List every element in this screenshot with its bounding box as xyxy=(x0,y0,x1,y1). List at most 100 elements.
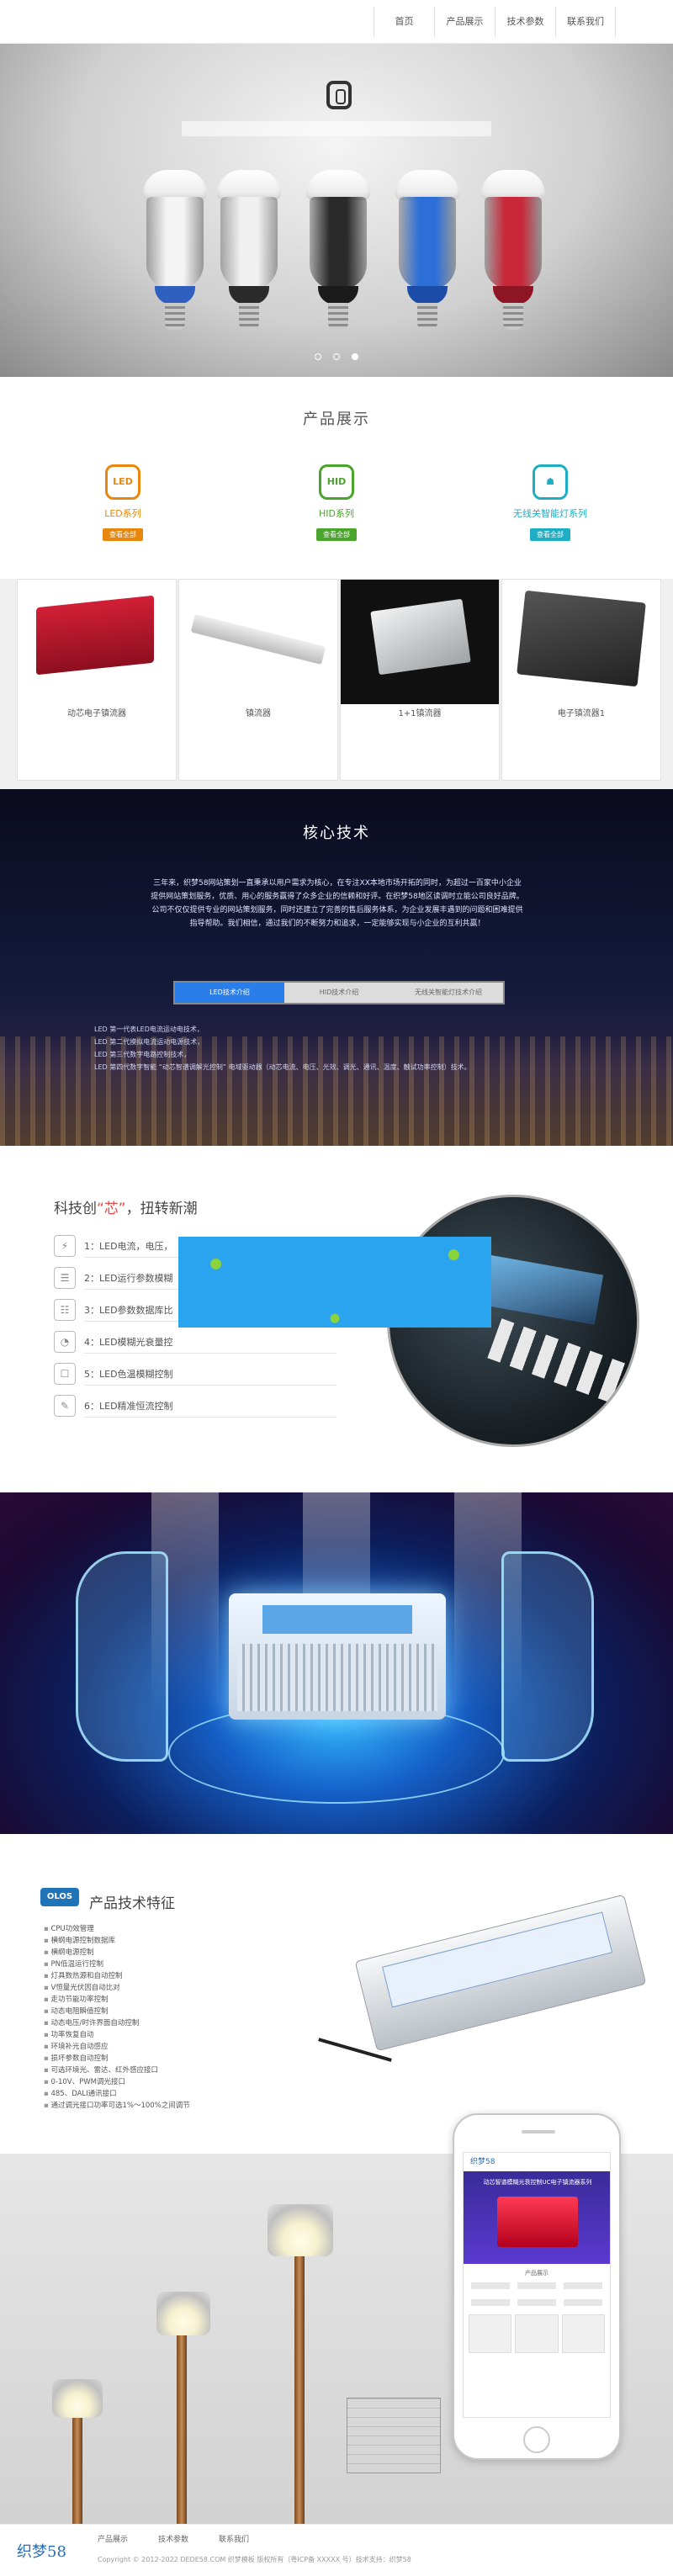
list-item-label: 6：LED精准恒流控制 xyxy=(84,1401,173,1412)
list-item: LED 第一代表LED电流运动电技术， xyxy=(94,1026,204,1033)
list-item: 0-10V、PWM调光接口 xyxy=(44,2076,190,2088)
mobile-banner-text: 动芯智谱模糊光衰控制UC电子镇流器系列 xyxy=(483,2179,592,2186)
footer-links: 产品展示 技术参数 联系我们 xyxy=(98,2533,249,2544)
list-item: CPU功效管理 xyxy=(44,1923,190,1935)
view-all-button[interactable]: 查看全部 xyxy=(530,528,570,541)
trend-title: 科技创“芯”，扭转新潮 xyxy=(54,1196,198,1217)
category-name: HID系列 xyxy=(319,508,354,519)
nav-tech-params[interactable]: 技术参数 xyxy=(495,7,555,37)
core-description: 三年来，织梦58网站策划一直秉承以用户需求为核心，在专注XX本地市场开拓的同时，… xyxy=(151,879,524,928)
olos-logo: OLOS xyxy=(40,1888,79,1906)
product-caption: 动芯电子镇流器 xyxy=(67,709,126,718)
features-section: OLOS 产品技术特征 CPU功效管理 横纲电源控制数据库 横纲电源控制 PN低… xyxy=(0,1834,673,2154)
hero-banner[interactable] xyxy=(0,44,673,377)
list-item: 485、DALI通讯接口 xyxy=(44,2088,190,2100)
footer-logo: 织梦58 xyxy=(17,2543,66,2561)
products-section-title: 产品展示 xyxy=(303,411,370,428)
trend-feature-list: ⚡ 1：LED电流，电压， ☰ 2：LED运行参数模糊 ☷ 3：LED参数数据库比 ◔… xyxy=(54,1230,336,1422)
mobile-preview: 织梦58 动芯智谱模糊光衰控制UC电子镇流器系列 产品展示 xyxy=(453,2113,621,2460)
trend-title-highlight: “芯” xyxy=(97,1201,126,1217)
list-item: 走功节能功率控制 xyxy=(44,1994,190,2006)
category-led[interactable]: LED LED系列 查看全部 xyxy=(56,464,190,541)
database-icon: ☷ xyxy=(54,1299,76,1321)
home-button-icon xyxy=(523,2426,550,2453)
bulb-white-blue xyxy=(135,170,215,338)
list-item: 环境补光自动感应 xyxy=(44,2041,190,2053)
list-item[interactable]: ⚡ 1：LED电流，电压， xyxy=(54,1230,336,1262)
tab-wireless-tech[interactable]: 无线关智能灯技术介绍 xyxy=(394,983,503,1003)
nav-products[interactable]: 产品展示 xyxy=(434,7,495,37)
list-item-label: 1：LED电流，电压， xyxy=(84,1241,173,1252)
product-caption: 电子镇流器1 xyxy=(557,709,606,718)
core-tech-list: LED 第一代表LED电流运动电技术， LED 第二代摸拟电流运动电源技术， L… xyxy=(94,1023,565,1073)
view-all-button[interactable]: 查看全部 xyxy=(316,528,357,541)
slider-dot-2[interactable] xyxy=(333,353,340,360)
category-hid[interactable]: HID HID系列 查看全部 xyxy=(269,464,404,541)
list-item[interactable]: ☐ 5：LED色温模糊控制 xyxy=(54,1358,336,1390)
lightning-icon: ⚡ xyxy=(54,1235,76,1257)
list-item[interactable]: ✎ 6：LED精准恒流控制 xyxy=(54,1390,336,1422)
slider-dot-1[interactable] xyxy=(315,353,321,360)
slider-dot-3[interactable] xyxy=(352,353,358,360)
tab-hid-tech[interactable]: HID技术介绍 xyxy=(284,983,394,1003)
circuit-diagram-image xyxy=(347,2398,441,2473)
page: 首页 产品展示 技术参数 联系我们 产品展示 LED LED系列 查看全部 HI… xyxy=(0,0,673,2576)
list-item: V恒量光伏因自动比对 xyxy=(44,1982,190,1994)
features-title: 产品技术特征 xyxy=(89,1895,175,1912)
slider-dots xyxy=(315,353,358,360)
nav-home[interactable]: 首页 xyxy=(374,7,434,37)
list-item: 横纲电源控制 xyxy=(44,1947,190,1959)
bulb-red xyxy=(473,170,554,338)
gauge-icon: ◔ xyxy=(54,1331,76,1353)
main-menu: 首页 产品展示 技术参数 联系我们 xyxy=(374,7,616,37)
core-title: 核心技术 xyxy=(303,824,370,842)
list-item[interactable]: ☷ 3：LED参数数据库比 xyxy=(54,1294,336,1326)
list-item: LED 第三代数字电路控制技术， xyxy=(94,1051,191,1058)
product-image xyxy=(18,580,176,704)
trend-title-suffix: ，扭转新潮 xyxy=(125,1201,198,1217)
led-category-icon: LED xyxy=(105,464,140,500)
driver-product-image xyxy=(318,1878,650,2067)
product-caption: 1+1镇流器 xyxy=(398,709,442,718)
nav-contact[interactable]: 联系我们 xyxy=(555,7,616,37)
bulb-white-black xyxy=(209,170,289,338)
product-card[interactable]: 动芯电子镇流器 xyxy=(17,579,177,781)
footer-link-contact[interactable]: 联系我们 xyxy=(219,2533,249,2544)
view-all-button[interactable]: 查看全部 xyxy=(103,528,143,541)
product-image xyxy=(341,580,499,704)
list-item: 动态电阻瞬值控制 xyxy=(44,2006,190,2017)
product-caption: 镇流器 xyxy=(246,709,271,718)
category-wireless[interactable]: ☗ 无线关智能灯系列 查看全部 xyxy=(483,464,617,541)
trend-title-prefix: 科技创 xyxy=(54,1201,97,1217)
product-card[interactable]: 镇流器 xyxy=(178,579,338,781)
list-item: PN低温运行控制 xyxy=(44,1959,190,1970)
tab-led-tech[interactable]: LED技术介绍 xyxy=(175,983,284,1003)
product-image xyxy=(179,580,337,704)
list-item[interactable]: ◔ 4：LED模糊光衰量控 xyxy=(54,1326,336,1358)
tech-trend-section: 科技创“芯”，扭转新潮 ⚡ 1：LED电流，电压， ☰ 2：LED运行参数模糊 ☷ 3… xyxy=(0,1146,673,1492)
product-card[interactable]: 1+1镇流器 xyxy=(340,579,500,781)
core-technology-section: 核心技术 三年来，织梦58网站策划一直秉承以用户需求为核心，在专注XX本地市场开… xyxy=(0,789,673,1146)
list-item: 损坏参数自动控制 xyxy=(44,2053,190,2065)
mobile-banner: 动芯智谱模糊光衰控制UC电子镇流器系列 xyxy=(464,2171,610,2264)
list-item: LED 第四代数字智能 “动芯智谱调解光控制” 电域驱动器（动芯电流、电压、光效… xyxy=(94,1063,471,1071)
hid-category-icon: HID xyxy=(319,464,354,500)
list-item[interactable]: ☰ 2：LED运行参数模糊 xyxy=(54,1262,336,1294)
list-item: 横纲电源控制数据库 xyxy=(44,1935,190,1947)
wireless-lamp-category-icon: ☗ xyxy=(533,464,568,500)
mobile-section-title: 产品展示 xyxy=(525,2270,548,2277)
features-list: CPU功效管理 横纲电源控制数据库 横纲电源控制 PN低温运行控制 灯具数热源和… xyxy=(44,1923,190,2112)
footer: 织梦58 产品展示 技术参数 联系我们 Copyright © 2012-202… xyxy=(0,2524,673,2576)
bulb-black xyxy=(298,170,379,338)
footer-link-products[interactable]: 产品展示 xyxy=(98,2533,128,2544)
hero-caption-strip xyxy=(182,121,491,136)
category-name: LED系列 xyxy=(104,508,141,519)
core-tabs: LED技术介绍 HID技术介绍 无线关智能灯技术介绍 xyxy=(173,981,505,1004)
product-card[interactable]: 电子镇流器1 xyxy=(501,579,661,781)
lines-icon: ☰ xyxy=(54,1267,76,1289)
floating-ad-popup[interactable] xyxy=(178,1237,491,1328)
pencil-icon: ✎ xyxy=(54,1395,76,1417)
list-item: 通过调光接口功率可选1%～100%之间调节 xyxy=(44,2100,189,2112)
footer-link-tech-params[interactable]: 技术参数 xyxy=(158,2533,188,2544)
mobile-site-name: 织梦58 xyxy=(464,2153,610,2171)
